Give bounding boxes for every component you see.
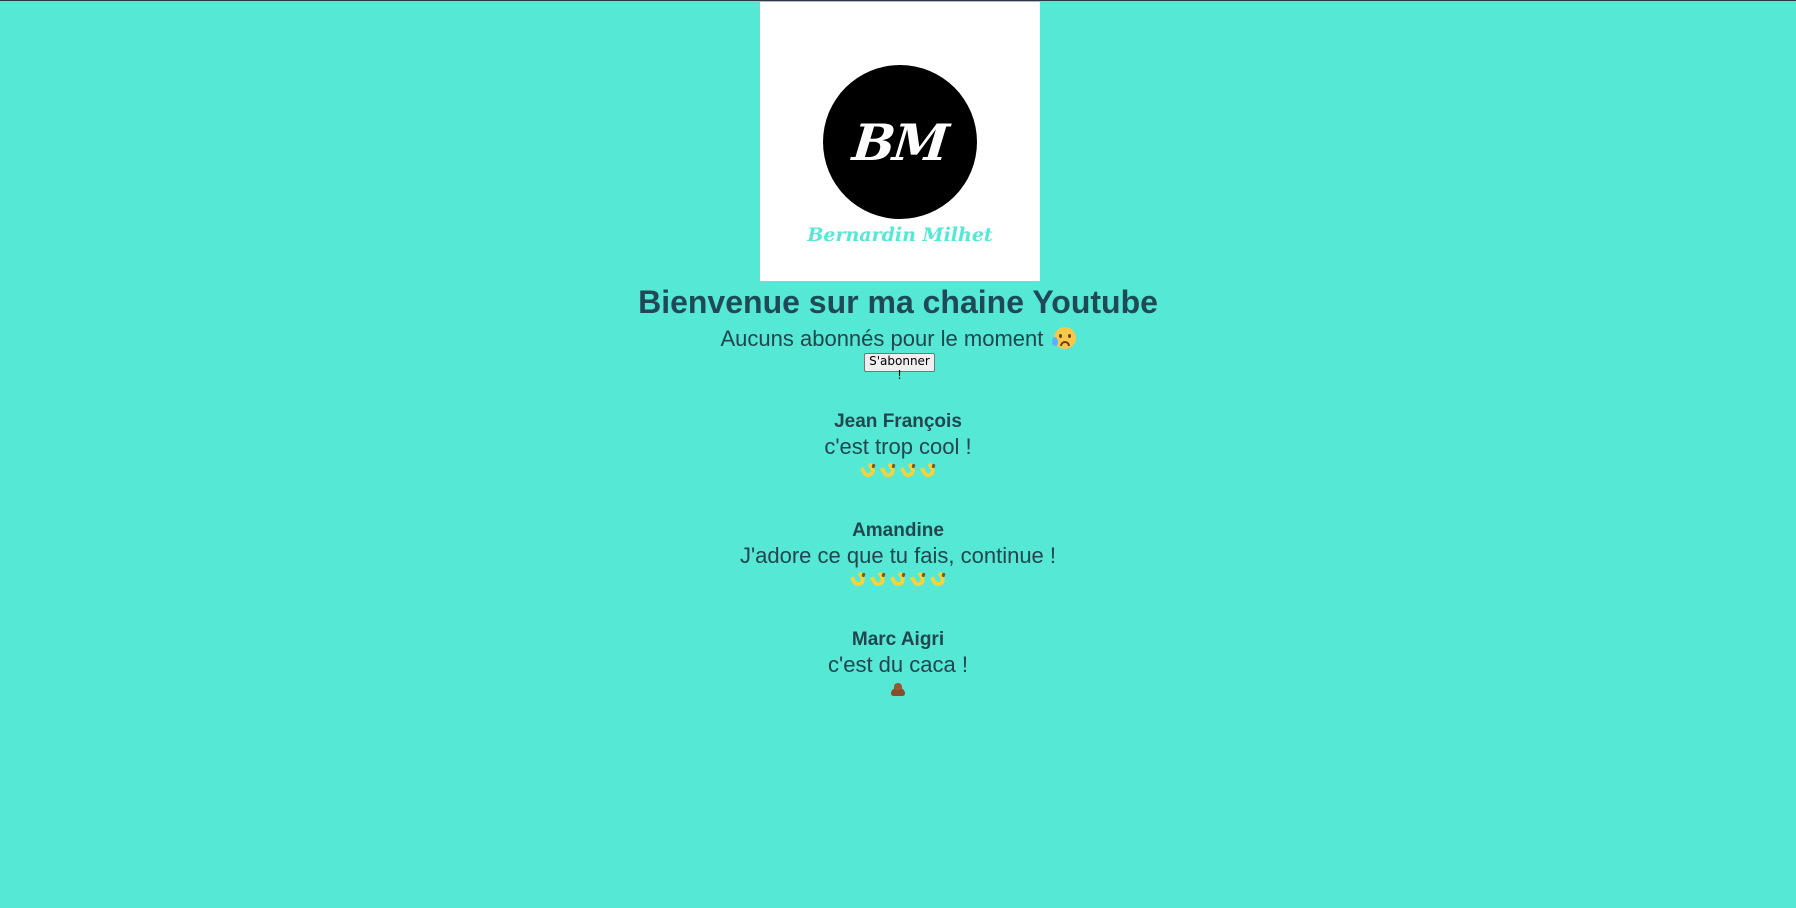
subscriber-status: Aucuns abonnés pour le moment	[0, 326, 1796, 352]
logo-initials: BM	[850, 112, 950, 172]
comment-author: Marc Aigri	[851, 629, 945, 650]
poop-icon	[890, 682, 906, 696]
logo-caption: Bernardin Milhet	[807, 224, 993, 246]
banana-icon	[870, 572, 886, 588]
banana-icon	[890, 572, 906, 588]
comment: Amandine J'adore ce que tu fais, continu…	[0, 520, 1796, 589]
banana-icon	[860, 463, 876, 479]
comment-author: Jean François	[834, 411, 962, 432]
comment-text: c'est trop cool !	[824, 434, 972, 459]
comment: Jean François c'est trop cool !	[0, 411, 1796, 480]
comment-rating	[0, 462, 1796, 480]
banana-icon	[920, 463, 936, 479]
comment-text: J'adore ce que tu fais, continue !	[739, 543, 1057, 568]
comment-text: c'est du caca !	[828, 652, 968, 677]
logo-circle: BM	[823, 65, 977, 219]
comment-author: Amandine	[852, 520, 944, 541]
banana-icon	[880, 463, 896, 479]
banana-icon	[910, 572, 926, 588]
comment: Marc Aigri c'est du caca !	[0, 629, 1796, 698]
comment-rating	[0, 571, 1796, 589]
page-title: Bienvenue sur ma chaine Youtube	[638, 284, 1158, 320]
sad-tear-face-icon	[1051, 327, 1076, 349]
comment-rating	[0, 680, 1796, 698]
banana-icon	[900, 463, 916, 479]
banana-icon	[930, 572, 946, 588]
subscriber-status-text: Aucuns abonnés pour le moment	[720, 326, 1044, 351]
channel-logo: BM Bernardin Milhet	[760, 2, 1040, 281]
subscribe-button[interactable]: S'abonner !	[864, 353, 935, 382]
banana-icon	[850, 572, 866, 588]
